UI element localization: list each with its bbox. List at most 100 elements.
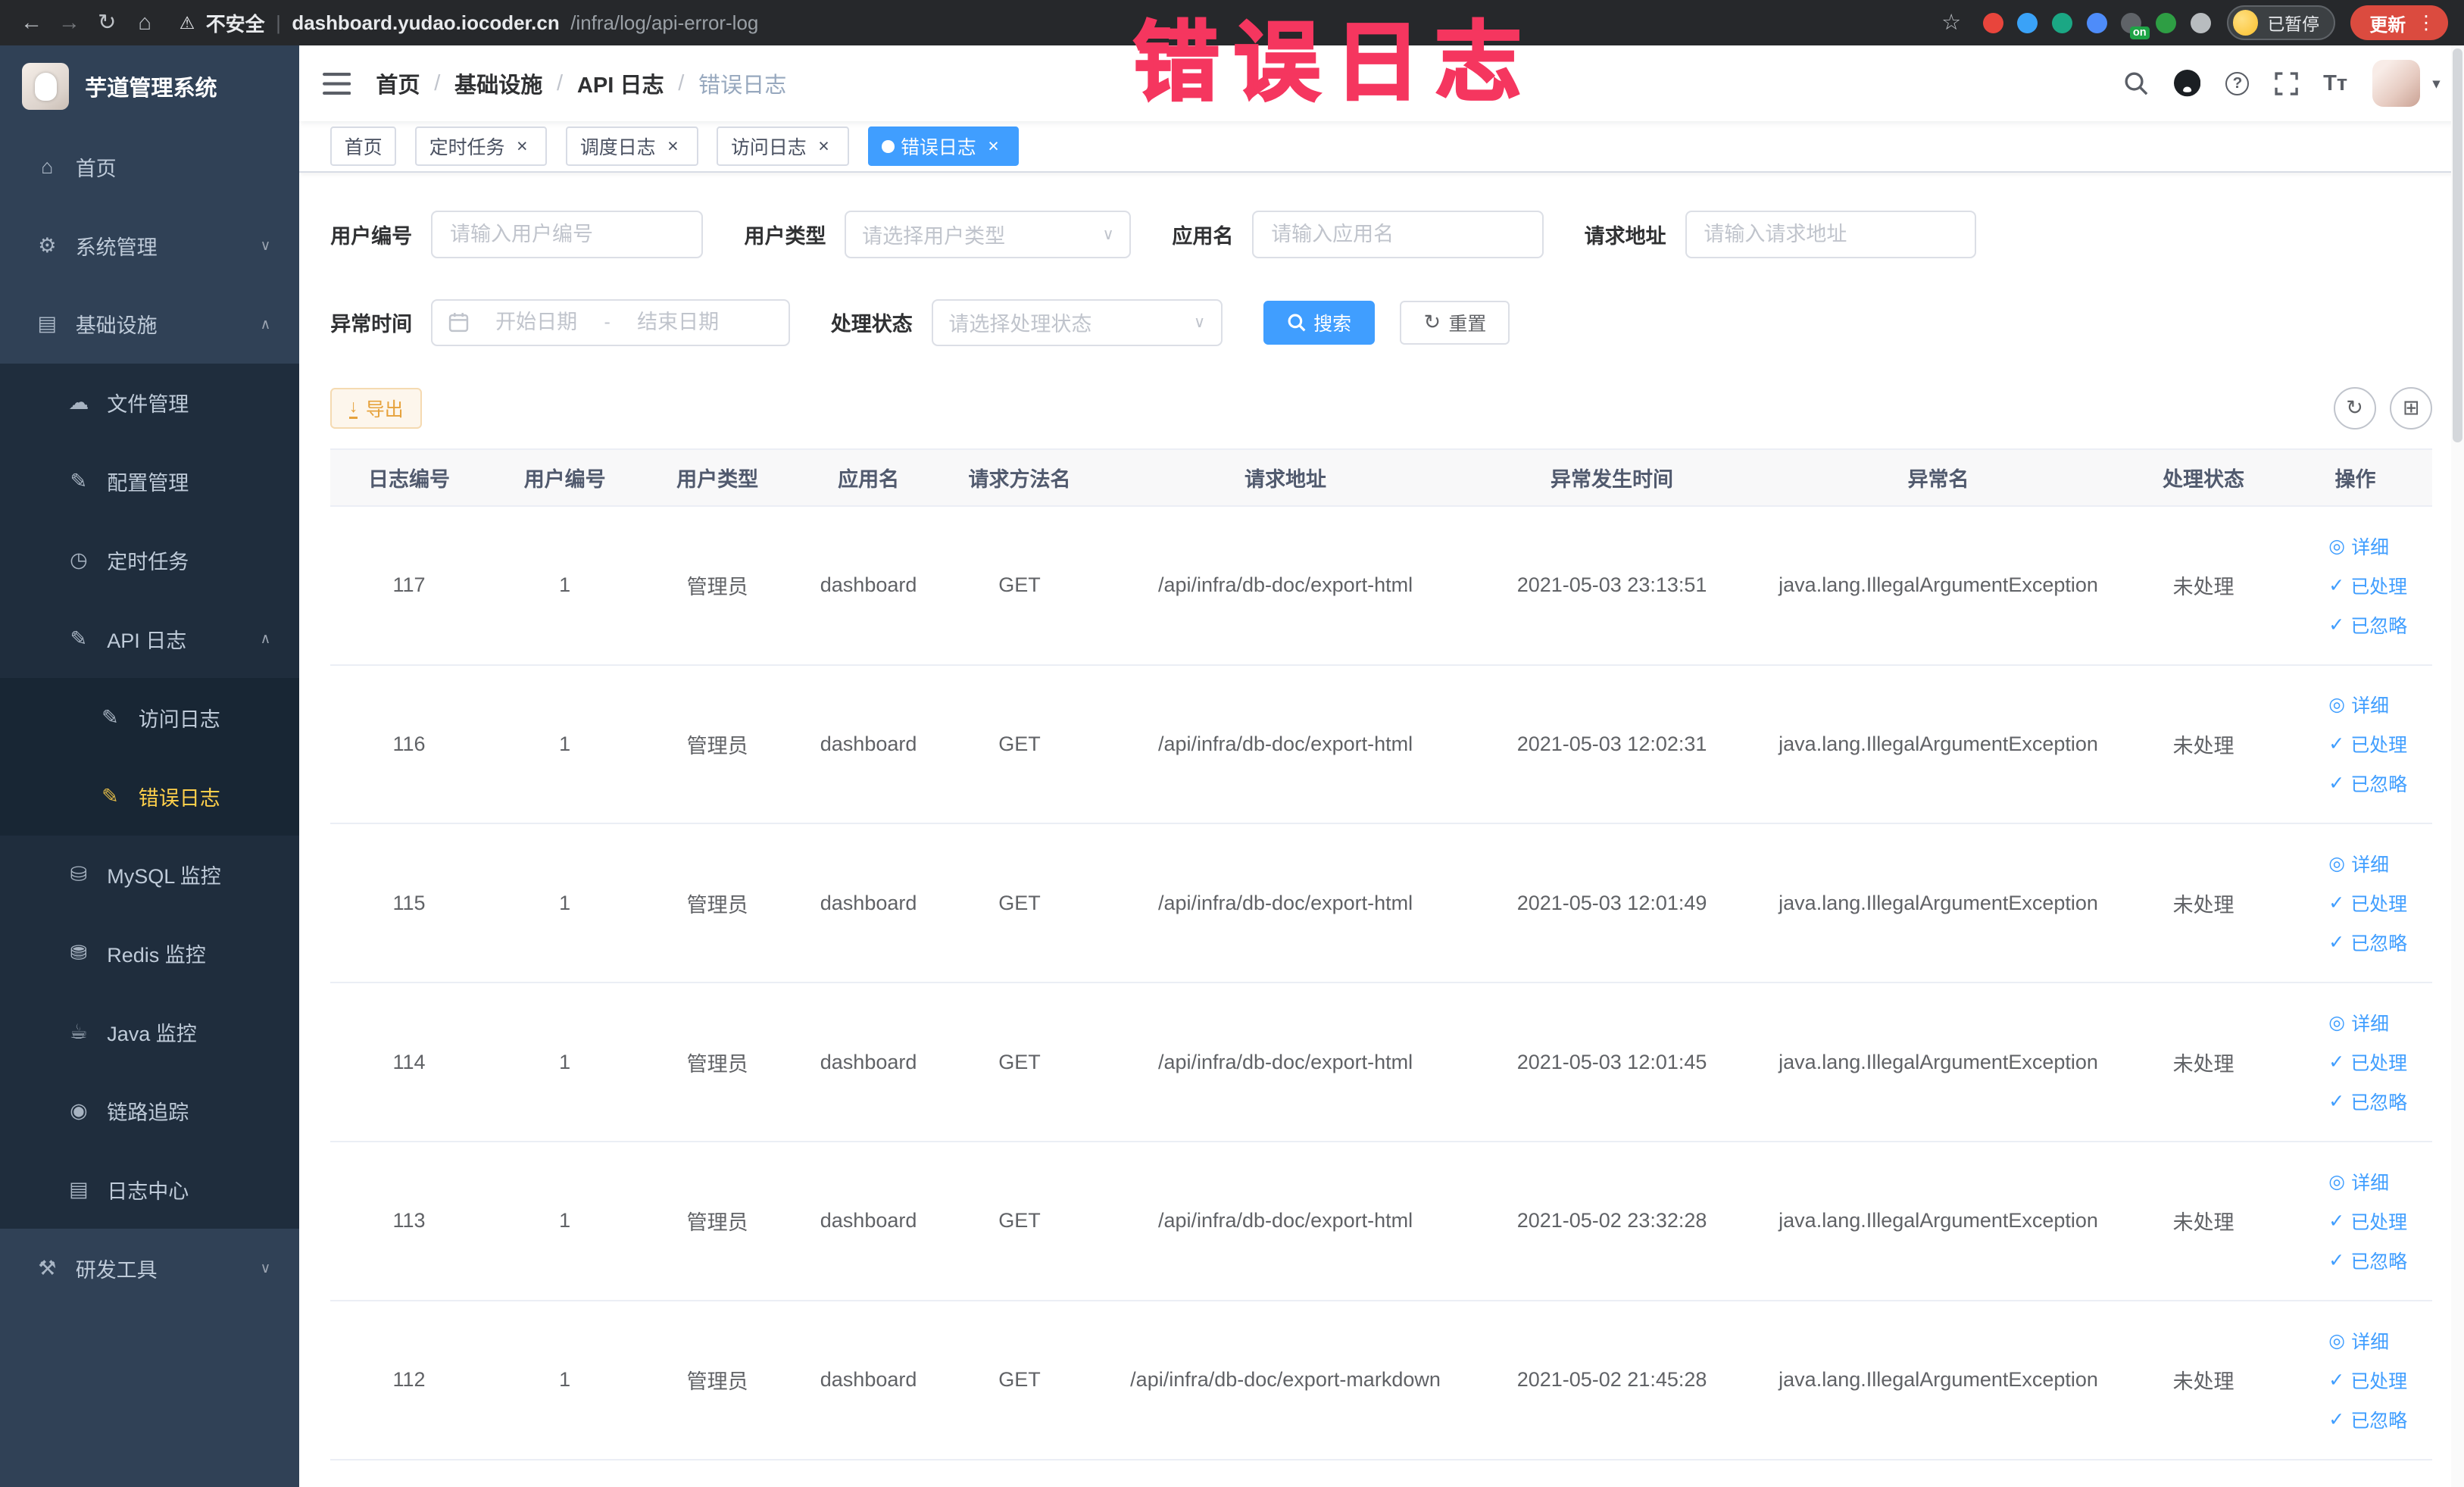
processed-link[interactable]: ✓ 已处理	[2328, 1360, 2425, 1400]
sidebar-item-scheduled-tasks[interactable]: ◷ 定时任务	[0, 520, 299, 600]
action-label: 已处理	[2350, 735, 2408, 757]
ignored-link[interactable]: ✓ 已忽略	[2328, 1241, 2425, 1280]
detail-link[interactable]: ◎ 详细	[2328, 686, 2425, 725]
column-header: 请求地址	[1095, 448, 1476, 507]
extension-red-circle-icon[interactable]	[1982, 12, 2003, 33]
tab-3[interactable]: 访问日志 ×	[717, 127, 849, 167]
app-name-input[interactable]	[1252, 211, 1544, 258]
ignored-link[interactable]: ✓ 已忽略	[2328, 923, 2425, 962]
sidebar-item-infrastructure[interactable]: ▤ 基础设施 ∧	[0, 284, 299, 364]
extension-teal-v-icon[interactable]	[2052, 12, 2073, 33]
sidebar-item-log-center[interactable]: ▤ 日志中心	[0, 1150, 299, 1229]
end-date-input[interactable]	[618, 311, 739, 335]
browser-chrome: ← → ↻ ⌂ ⚠ 不安全 | dashboard.yudao.iocoder.…	[0, 0, 2464, 46]
cell-user-id: 1	[487, 823, 642, 984]
tab-1[interactable]: 定时任务 ×	[415, 127, 548, 167]
breadcrumb-item[interactable]: 基础设施	[454, 67, 542, 99]
start-date-input[interactable]	[476, 311, 597, 335]
extension-water-drop-icon[interactable]	[2017, 12, 2038, 33]
ignored-link[interactable]: ✓ 已忽略	[2328, 764, 2425, 803]
detail-link[interactable]: ◎ 详细	[2328, 1162, 2425, 1201]
cell-exception: java.lang.IllegalArgumentException	[1747, 823, 2129, 984]
app-logo[interactable]: 芋道管理系统	[0, 45, 299, 127]
forward-button[interactable]: →	[54, 0, 86, 45]
cell-app: dashboard	[792, 1300, 945, 1460]
github-icon[interactable]	[2173, 70, 2201, 97]
filter-label-app-name: 应用名	[1172, 224, 1234, 248]
avatar-caret-icon[interactable]: ▾	[2432, 74, 2440, 93]
hamburger-button[interactable]	[322, 72, 351, 95]
scrollbar-thumb[interactable]	[2453, 48, 2462, 442]
update-button[interactable]: 更新 ⋮	[2350, 5, 2449, 40]
download-icon: ↓	[349, 397, 358, 419]
eye-icon: ◎	[2328, 1170, 2345, 1192]
processed-link[interactable]: ✓ 已处理	[2328, 566, 2425, 605]
sidebar-item-dev-tools[interactable]: ⚒ 研发工具 ∨	[0, 1229, 299, 1308]
close-icon[interactable]: ×	[511, 136, 533, 158]
refresh-button[interactable]: ↻	[2333, 386, 2376, 430]
kebab-menu-icon[interactable]: ⋮	[2417, 11, 2436, 34]
detail-link[interactable]: ◎ 详细	[2328, 1003, 2425, 1042]
column-settings-button[interactable]: ⊞	[2390, 386, 2433, 430]
search-icon[interactable]	[2123, 70, 2148, 95]
profile-chip[interactable]: 已暂停	[2226, 5, 2335, 40]
back-button[interactable]: ←	[16, 0, 48, 45]
extension-puzzle-icon[interactable]	[2190, 12, 2211, 33]
user-id-input[interactable]	[431, 211, 704, 258]
sidebar-item-redis-monitor[interactable]: ⛃ Redis 监控	[0, 914, 299, 993]
ignored-link[interactable]: ✓ 已忽略	[2328, 1082, 2425, 1121]
extension-blue-grid-icon[interactable]	[2086, 12, 2107, 33]
extension-green-leaf-icon[interactable]	[2156, 12, 2177, 33]
detail-link[interactable]: ◎ 详细	[2328, 844, 2425, 883]
breadcrumb-item[interactable]: 首页	[376, 67, 420, 99]
bookmark-star-icon[interactable]: ☆	[1935, 0, 1967, 45]
sidebar-item-home[interactable]: ⌂ 首页	[0, 127, 299, 207]
ssl-warning-icon: ⚠	[179, 12, 195, 33]
reload-button[interactable]: ↻	[91, 0, 123, 45]
tab-0[interactable]: 首页	[330, 127, 397, 167]
help-icon[interactable]: ?	[2225, 71, 2250, 95]
sidebar-item-mysql-monitor[interactable]: ⛁ MySQL 监控	[0, 835, 299, 914]
date-range-input[interactable]: -	[431, 298, 790, 346]
user-type-select[interactable]: 请选择用户类型 ∨	[845, 211, 1132, 258]
sidebar-item-java-monitor[interactable]: ☕ Java 监控	[0, 992, 299, 1072]
ignored-link[interactable]: ✓ 已忽略	[2328, 605, 2425, 645]
home-button[interactable]: ⌂	[129, 0, 161, 45]
request-url-input[interactable]	[1685, 211, 1976, 258]
sidebar-item-trace[interactable]: ◉ 链路追踪	[0, 1071, 299, 1151]
detail-link[interactable]: ◎ 详细	[2328, 1321, 2425, 1360]
tab-2[interactable]: 调度日志 ×	[566, 127, 698, 167]
processed-link[interactable]: ✓ 已处理	[2328, 1042, 2425, 1082]
processed-link[interactable]: ✓ 已处理	[2328, 883, 2425, 923]
breadcrumb-item[interactable]: 错误日志	[698, 67, 786, 99]
column-header: 异常发生时间	[1476, 448, 1748, 507]
sidebar-item-config-management[interactable]: ✎ 配置管理	[0, 442, 299, 521]
cell-app: dashboard	[792, 1141, 945, 1301]
address-bar[interactable]: ⚠ 不安全 | dashboard.yudao.iocoder.cn/infra…	[180, 9, 1917, 37]
sidebar-item-error-logs[interactable]: ✎ 错误日志	[0, 757, 299, 836]
sidebar-item-api-logs[interactable]: ✎ API 日志 ∧	[0, 599, 299, 679]
breadcrumb-item[interactable]: API 日志	[577, 67, 664, 99]
sidebar-item-access-logs[interactable]: ✎ 访问日志	[0, 678, 299, 758]
sidebar-item-system-management[interactable]: ⚙ 系统管理 ∨	[0, 206, 299, 285]
reset-button[interactable]: ↻ 重置	[1400, 300, 1510, 345]
close-icon[interactable]: ×	[982, 136, 1004, 158]
sidebar-item-file-management[interactable]: ☁ 文件管理	[0, 363, 299, 442]
search-button[interactable]: 搜索	[1263, 300, 1376, 345]
user-avatar[interactable]	[2372, 59, 2420, 108]
page-scrollbar[interactable]	[2451, 45, 2464, 1487]
processed-link[interactable]: ✓ 已处理	[2328, 1201, 2425, 1241]
extension-switch-icon[interactable]: on	[2121, 12, 2150, 39]
processed-link[interactable]: ✓ 已处理	[2328, 724, 2425, 764]
tab-4[interactable]: 错误日志 ×	[867, 127, 1019, 167]
export-button[interactable]: ↓ 导出	[330, 387, 423, 429]
action-label: 已忽略	[2350, 1251, 2408, 1273]
ignored-link[interactable]: ✓ 已忽略	[2328, 1400, 2425, 1439]
fullscreen-icon[interactable]	[2275, 71, 2298, 95]
detail-link[interactable]: ◎ 详细	[2328, 526, 2425, 566]
cell-app: dashboard	[792, 823, 945, 984]
process-status-select[interactable]: 请选择处理状态 ∨	[931, 298, 1223, 346]
close-icon[interactable]: ×	[813, 136, 835, 158]
font-size-icon[interactable]: Tт	[2323, 71, 2347, 96]
close-icon[interactable]: ×	[662, 136, 684, 158]
